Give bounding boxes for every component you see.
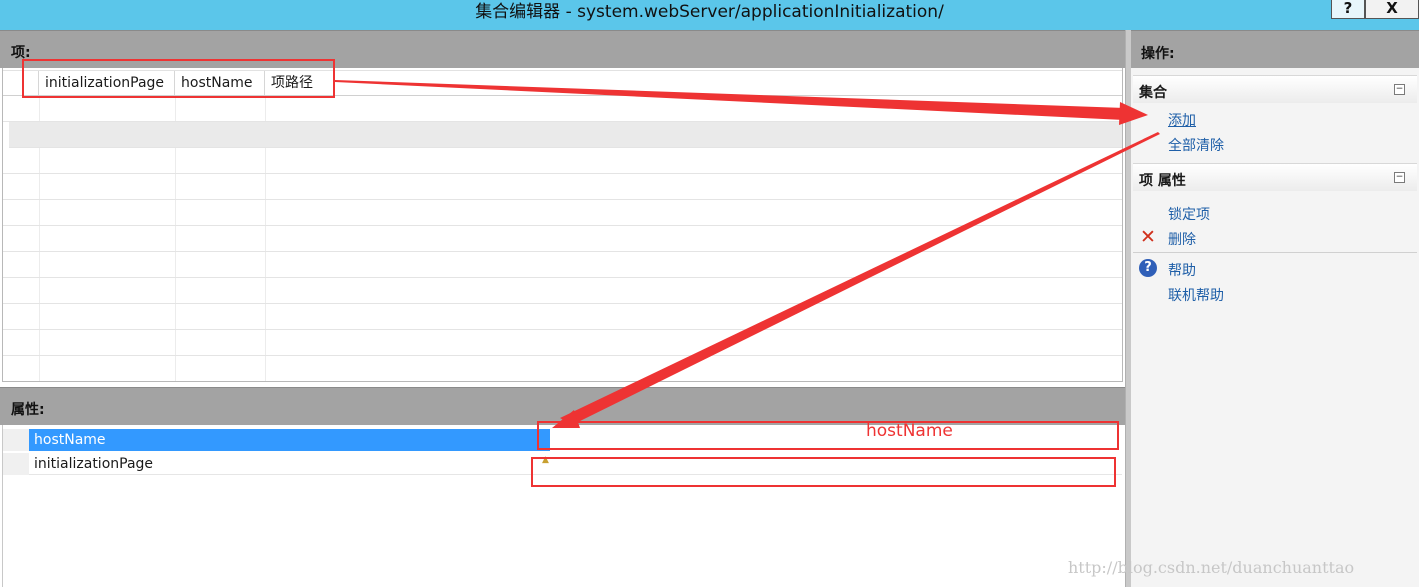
help-link[interactable]: 帮助 <box>1168 260 1196 280</box>
title-bar: 集合编辑器 - system.webServer/applicationInit… <box>0 0 1419 30</box>
online-help-link[interactable]: 联机帮助 <box>1168 285 1224 305</box>
annotation-box-hostname-value <box>537 421 1119 450</box>
property-name[interactable]: initializationPage <box>29 453 550 475</box>
divider <box>1133 252 1417 253</box>
property-row-gutter <box>3 429 29 451</box>
group-collection[interactable]: 集合 − <box>1133 75 1417 103</box>
items-grid[interactable]: initializationPage hostName 项路径 <box>2 68 1123 382</box>
table-row[interactable] <box>3 252 1122 278</box>
collapse-icon[interactable]: − <box>1394 172 1405 183</box>
clear-all-link[interactable]: 全部清除 <box>1168 135 1224 155</box>
table-row[interactable] <box>3 356 1122 381</box>
window-title: 集合编辑器 - system.webServer/applicationInit… <box>475 2 944 22</box>
table-row[interactable] <box>3 330 1122 356</box>
table-row[interactable] <box>3 278 1122 304</box>
editor-main: 项: initializationPage hostName 项路径 属性: h… <box>0 30 1125 587</box>
lock-item-link[interactable]: 锁定项 <box>1168 204 1210 224</box>
table-row[interactable] <box>3 174 1122 200</box>
actions-header: 操作: <box>1131 30 1419 68</box>
actions-header-label: 操作: <box>1141 46 1175 62</box>
property-row-gutter <box>3 453 29 475</box>
watermark: http://blog.csdn.net/duanchuanttao <box>1068 558 1355 577</box>
properties-header-label: 属性: <box>11 402 45 418</box>
group-item-properties[interactable]: 项 属性 − <box>1133 163 1417 191</box>
table-row[interactable] <box>3 304 1122 330</box>
group-title: 集合 <box>1139 85 1167 101</box>
annotation-label: hostName <box>866 421 953 441</box>
group-title: 项 属性 <box>1139 173 1186 189</box>
help-button[interactable]: ? <box>1331 0 1365 19</box>
table-row[interactable] <box>3 200 1122 226</box>
table-row[interactable] <box>9 122 1122 148</box>
properties-header: 属性: <box>0 387 1125 425</box>
close-button[interactable]: X <box>1365 0 1419 19</box>
help-icon: ? <box>1139 259 1157 277</box>
table-row[interactable] <box>3 148 1122 174</box>
property-name[interactable]: hostName <box>29 429 550 451</box>
table-row[interactable] <box>3 226 1122 252</box>
actions-pane: 操作: 集合 − 添加 全部清除 项 属性 − 锁定项 ✕ 删除 ? 帮助 联机… <box>1131 30 1419 587</box>
collapse-icon[interactable]: − <box>1394 84 1405 95</box>
delete-link[interactable]: 删除 <box>1168 229 1196 249</box>
table-row[interactable] <box>3 96 1122 122</box>
annotation-box-initpage-value <box>531 457 1116 487</box>
grid-rows <box>3 96 1122 381</box>
add-link[interactable]: 添加 <box>1168 110 1196 130</box>
delete-icon: ✕ <box>1140 226 1156 248</box>
annotation-box-columns <box>22 59 335 98</box>
